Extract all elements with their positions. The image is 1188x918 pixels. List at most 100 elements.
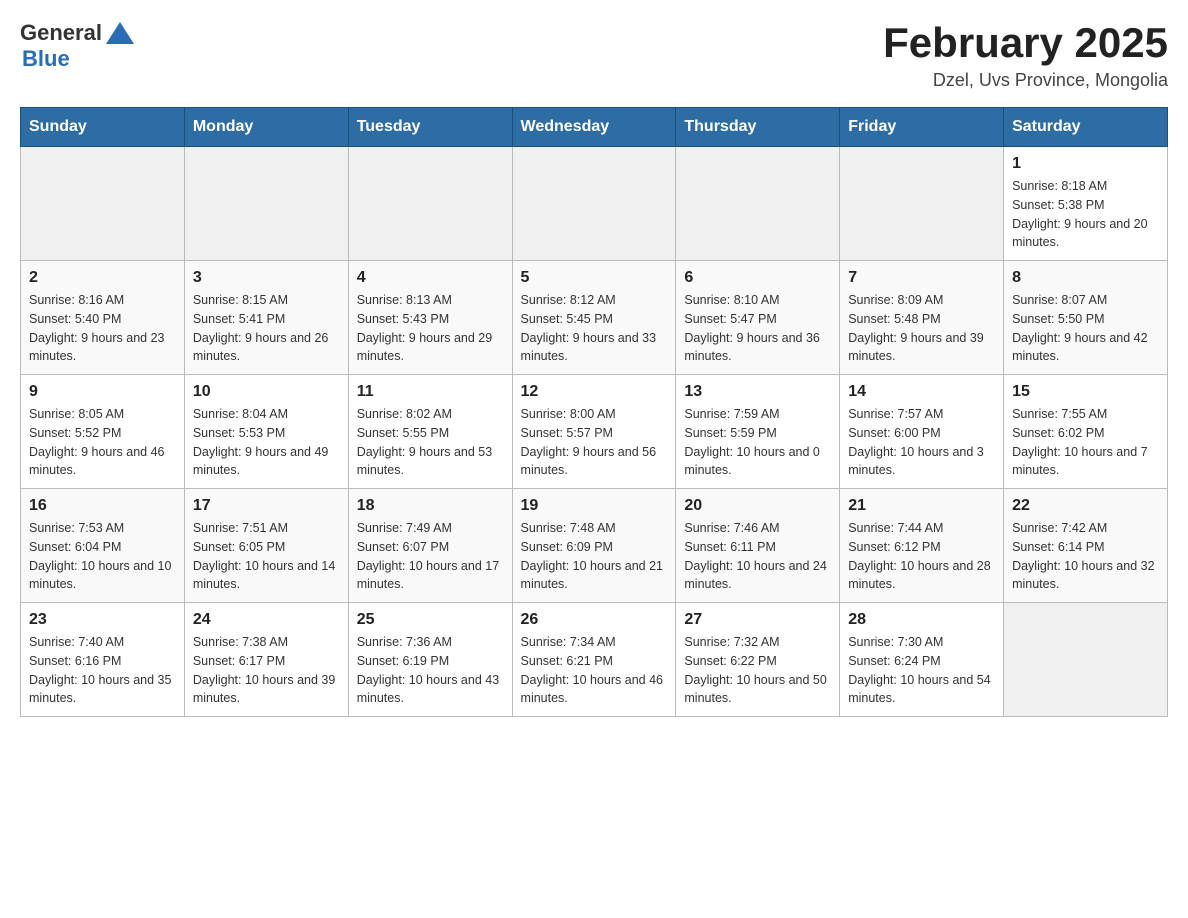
day-info: Sunrise: 8:09 AMSunset: 5:48 PMDaylight:… xyxy=(848,291,995,366)
day-info: Sunrise: 8:04 AMSunset: 5:53 PMDaylight:… xyxy=(193,405,340,480)
calendar-cell: 3 Sunrise: 8:15 AMSunset: 5:41 PMDaylight… xyxy=(184,261,348,375)
day-number: 11 xyxy=(357,383,504,401)
day-info: Sunrise: 7:44 AMSunset: 6:12 PMDaylight:… xyxy=(848,519,995,594)
day-info: Sunrise: 7:59 AMSunset: 5:59 PMDaylight:… xyxy=(684,405,831,480)
calendar-cell: 10 Sunrise: 8:04 AMSunset: 5:53 PMDayligh… xyxy=(184,375,348,489)
weekday-header-row: SundayMondayTuesdayWednesdayThursdayFrid… xyxy=(21,108,1168,147)
calendar-cell xyxy=(676,147,840,261)
day-number: 1 xyxy=(1012,155,1159,173)
day-number: 15 xyxy=(1012,383,1159,401)
weekday-header-thursday: Thursday xyxy=(676,108,840,147)
calendar-cell: 25 Sunrise: 7:36 AMSunset: 6:19 PMDayligh… xyxy=(348,603,512,717)
day-number: 9 xyxy=(29,383,176,401)
calendar-cell: 20 Sunrise: 7:46 AMSunset: 6:11 PMDayligh… xyxy=(676,489,840,603)
calendar-cell: 22Sunrise: 7:42 AMSunset: 6:14 PMDayligh… xyxy=(1004,489,1168,603)
day-info: Sunrise: 7:32 AMSunset: 6:22 PMDaylight:… xyxy=(684,633,831,708)
calendar-week-4: 16Sunrise: 7:53 AMSunset: 6:04 PMDayligh… xyxy=(21,489,1168,603)
day-number: 19 xyxy=(521,497,668,515)
weekday-header-monday: Monday xyxy=(184,108,348,147)
day-info: Sunrise: 7:46 AMSunset: 6:11 PMDaylight:… xyxy=(684,519,831,594)
calendar-cell: 1 Sunrise: 8:18 AMSunset: 5:38 PMDaylight… xyxy=(1004,147,1168,261)
calendar-cell: 26 Sunrise: 7:34 AMSunset: 6:21 PMDayligh… xyxy=(512,603,676,717)
day-number: 10 xyxy=(193,383,340,401)
day-info: Sunrise: 7:57 AMSunset: 6:00 PMDaylight:… xyxy=(848,405,995,480)
day-info: Sunrise: 8:18 AMSunset: 5:38 PMDaylight:… xyxy=(1012,177,1159,252)
day-number: 17 xyxy=(193,497,340,515)
day-number: 8 xyxy=(1012,269,1159,287)
calendar-cell: 18 Sunrise: 7:49 AMSunset: 6:07 PMDayligh… xyxy=(348,489,512,603)
day-info: Sunrise: 8:12 AMSunset: 5:45 PMDaylight:… xyxy=(521,291,668,366)
day-number: 22 xyxy=(1012,497,1159,515)
calendar-cell: 15 Sunrise: 7:55 AMSunset: 6:02 PMDayligh… xyxy=(1004,375,1168,489)
calendar-cell: 9 Sunrise: 8:05 AMSunset: 5:52 PMDaylight… xyxy=(21,375,185,489)
day-number: 28 xyxy=(848,611,995,629)
day-info: Sunrise: 7:30 AMSunset: 6:24 PMDaylight:… xyxy=(848,633,995,708)
day-info: Sunrise: 7:38 AMSunset: 6:17 PMDaylight:… xyxy=(193,633,340,708)
weekday-header-tuesday: Tuesday xyxy=(348,108,512,147)
calendar-cell: 16Sunrise: 7:53 AMSunset: 6:04 PMDayligh… xyxy=(21,489,185,603)
calendar-cell xyxy=(840,147,1004,261)
day-number: 13 xyxy=(684,383,831,401)
day-info: Sunrise: 7:36 AMSunset: 6:19 PMDaylight:… xyxy=(357,633,504,708)
calendar-cell: 8Sunrise: 8:07 AMSunset: 5:50 PMDaylight… xyxy=(1004,261,1168,375)
calendar-week-2: 2 Sunrise: 8:16 AMSunset: 5:40 PMDaylight… xyxy=(21,261,1168,375)
calendar-cell: 13 Sunrise: 7:59 AMSunset: 5:59 PMDayligh… xyxy=(676,375,840,489)
calendar-cell: 7Sunrise: 8:09 AMSunset: 5:48 PMDaylight… xyxy=(840,261,1004,375)
day-number: 14 xyxy=(848,383,995,401)
day-info: Sunrise: 7:55 AMSunset: 6:02 PMDaylight:… xyxy=(1012,405,1159,480)
day-number: 2 xyxy=(29,269,176,287)
day-number: 23 xyxy=(29,611,176,629)
day-info: Sunrise: 8:16 AMSunset: 5:40 PMDaylight:… xyxy=(29,291,176,366)
day-info: Sunrise: 7:34 AMSunset: 6:21 PMDaylight:… xyxy=(521,633,668,708)
calendar-header: SundayMondayTuesdayWednesdayThursdayFrid… xyxy=(21,108,1168,147)
day-number: 25 xyxy=(357,611,504,629)
calendar-cell xyxy=(21,147,185,261)
logo-triangle-icon xyxy=(104,20,136,46)
calendar-cell xyxy=(512,147,676,261)
day-number: 12 xyxy=(521,383,668,401)
day-number: 4 xyxy=(357,269,504,287)
calendar-cell: 11Sunrise: 8:02 AMSunset: 5:55 PMDayligh… xyxy=(348,375,512,489)
calendar-cell: 27Sunrise: 7:32 AMSunset: 6:22 PMDayligh… xyxy=(676,603,840,717)
day-info: Sunrise: 8:05 AMSunset: 5:52 PMDaylight:… xyxy=(29,405,176,480)
calendar-cell: 28 Sunrise: 7:30 AMSunset: 6:24 PMDayligh… xyxy=(840,603,1004,717)
calendar-cell: 21 Sunrise: 7:44 AMSunset: 6:12 PMDayligh… xyxy=(840,489,1004,603)
calendar-week-3: 9 Sunrise: 8:05 AMSunset: 5:52 PMDaylight… xyxy=(21,375,1168,489)
logo: General Blue xyxy=(20,20,136,72)
day-number: 21 xyxy=(848,497,995,515)
calendar-cell: 5 Sunrise: 8:12 AMSunset: 5:45 PMDaylight… xyxy=(512,261,676,375)
day-info: Sunrise: 8:15 AMSunset: 5:41 PMDaylight:… xyxy=(193,291,340,366)
logo-blue-text: Blue xyxy=(22,46,70,71)
calendar-cell xyxy=(184,147,348,261)
calendar-week-5: 23Sunrise: 7:40 AMSunset: 6:16 PMDayligh… xyxy=(21,603,1168,717)
calendar-cell: 14 Sunrise: 7:57 AMSunset: 6:00 PMDayligh… xyxy=(840,375,1004,489)
day-info: Sunrise: 8:13 AMSunset: 5:43 PMDaylight:… xyxy=(357,291,504,366)
calendar-cell xyxy=(348,147,512,261)
calendar-table: SundayMondayTuesdayWednesdayThursdayFrid… xyxy=(20,107,1168,717)
calendar-cell xyxy=(1004,603,1168,717)
logo-general-text: General xyxy=(20,20,102,46)
day-number: 18 xyxy=(357,497,504,515)
calendar-cell: 24 Sunrise: 7:38 AMSunset: 6:17 PMDayligh… xyxy=(184,603,348,717)
day-info: Sunrise: 8:00 AMSunset: 5:57 PMDaylight:… xyxy=(521,405,668,480)
page-header: General Blue February 2025 Dzel, Uvs Pro… xyxy=(20,20,1168,91)
page-title: February 2025 xyxy=(883,20,1168,66)
day-info: Sunrise: 7:48 AMSunset: 6:09 PMDaylight:… xyxy=(521,519,668,594)
day-number: 3 xyxy=(193,269,340,287)
weekday-header-saturday: Saturday xyxy=(1004,108,1168,147)
calendar-cell: 17Sunrise: 7:51 AMSunset: 6:05 PMDayligh… xyxy=(184,489,348,603)
calendar-body: 1 Sunrise: 8:18 AMSunset: 5:38 PMDaylight… xyxy=(21,147,1168,717)
day-number: 24 xyxy=(193,611,340,629)
calendar-cell: 2 Sunrise: 8:16 AMSunset: 5:40 PMDaylight… xyxy=(21,261,185,375)
weekday-header-friday: Friday xyxy=(840,108,1004,147)
title-block: February 2025 Dzel, Uvs Province, Mongol… xyxy=(883,20,1168,91)
day-number: 6 xyxy=(684,269,831,287)
weekday-header-wednesday: Wednesday xyxy=(512,108,676,147)
day-number: 20 xyxy=(684,497,831,515)
weekday-header-sunday: Sunday xyxy=(21,108,185,147)
day-number: 5 xyxy=(521,269,668,287)
day-info: Sunrise: 7:49 AMSunset: 6:07 PMDaylight:… xyxy=(357,519,504,594)
calendar-cell: 12 Sunrise: 8:00 AMSunset: 5:57 PMDayligh… xyxy=(512,375,676,489)
calendar-cell: 23Sunrise: 7:40 AMSunset: 6:16 PMDayligh… xyxy=(21,603,185,717)
day-number: 26 xyxy=(521,611,668,629)
